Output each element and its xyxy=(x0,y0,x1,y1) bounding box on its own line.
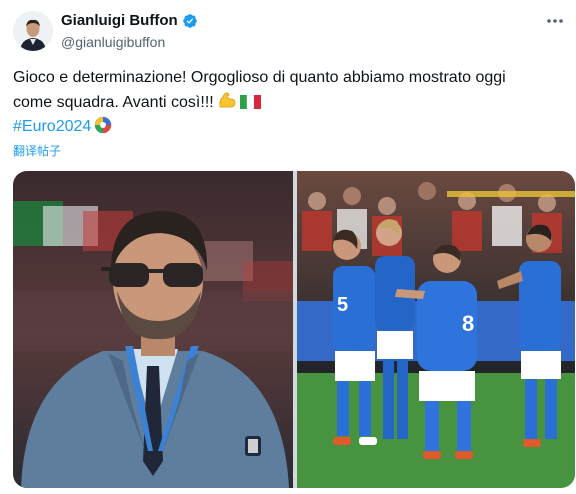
tweet-text-line-1: Gioco e determinazione! Orgoglioso di qu… xyxy=(13,69,506,86)
jersey-number-5: 5 xyxy=(337,294,348,316)
tweet-text-line-3: #Euro2024 xyxy=(13,115,561,139)
author-name-row: Gianluigi Buffon xyxy=(61,12,198,29)
more-options-button[interactable] xyxy=(544,12,566,30)
verified-badge-icon xyxy=(182,13,197,28)
buffon-portrait-image xyxy=(13,171,293,488)
avatar-image xyxy=(13,11,53,51)
team-celebration-image: 5 8 xyxy=(297,171,575,488)
hashtag-link[interactable]: #Euro2024 xyxy=(13,118,91,135)
tweet-card: Gianluigi Buffon @gianluigibuffon Gioco … xyxy=(0,0,576,494)
jersey-number-8: 8 xyxy=(462,311,474,336)
italian-flag-icon xyxy=(239,94,261,110)
author-handle[interactable]: @gianluigibuffon xyxy=(61,34,165,50)
tweet-text: Gioco e determinazione! Orgoglioso di qu… xyxy=(13,66,561,139)
tweet-text-line-2-text: come squadra. Avanti così!!! xyxy=(13,94,214,111)
more-dots-icon xyxy=(547,19,563,23)
flexed-biceps-icon xyxy=(219,92,236,108)
media-photo-team-celebration[interactable]: 5 8 xyxy=(297,171,575,488)
tweet-text-line-2: come squadra. Avanti così!!! xyxy=(13,90,561,115)
translate-post-link[interactable]: 翻译帖子 xyxy=(13,142,61,159)
author-display-name[interactable]: Gianluigi Buffon xyxy=(61,12,178,29)
media-grid: 5 8 xyxy=(13,171,575,488)
media-photo-buffon-portrait[interactable] xyxy=(13,171,293,488)
author-avatar[interactable] xyxy=(13,11,53,51)
euro2024-logo-icon xyxy=(94,116,112,134)
